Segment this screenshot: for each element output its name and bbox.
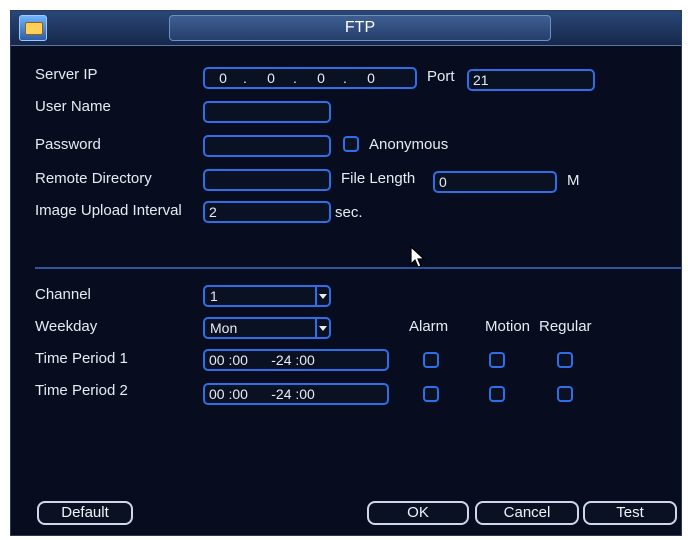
ok-button[interactable]: OK [367, 501, 469, 525]
weekday-value: Mon [210, 320, 238, 336]
ftp-app-icon [19, 15, 47, 41]
port-label: Port [427, 68, 455, 85]
weekday-label: Weekday [35, 318, 98, 335]
username-input[interactable] [203, 101, 331, 123]
remote-directory-input[interactable] [203, 169, 331, 191]
upload-interval-unit: sec. [335, 204, 363, 221]
column-header-regular: Regular [539, 318, 592, 335]
title-bar: FTP [11, 11, 681, 46]
ftp-dialog: FTP Server IP 0 . 0 . 0 . 0 Port 21 User… [10, 10, 682, 536]
file-length-label: File Length [341, 170, 416, 187]
remote-directory-label: Remote Directory [35, 170, 152, 187]
server-ip-input[interactable]: 0 . 0 . 0 . 0 [203, 67, 417, 89]
time-period-1-label: Time Period 1 [35, 350, 128, 367]
column-header-motion: Motion [485, 318, 531, 335]
channel-value: 1 [210, 288, 218, 304]
ip-dot: . [243, 70, 247, 86]
chevron-down-icon[interactable] [315, 287, 329, 305]
file-length-input[interactable]: 0 [433, 171, 557, 193]
password-input[interactable] [203, 135, 331, 157]
upload-interval-label: Image Upload Interval [35, 202, 182, 219]
time-period-2-regular-checkbox[interactable] [557, 386, 573, 402]
anonymous-label: Anonymous [369, 136, 449, 153]
section-divider [35, 267, 681, 269]
cancel-button[interactable]: Cancel [475, 501, 579, 525]
time-period-2-motion-checkbox[interactable] [489, 386, 505, 402]
ip-octet-2: 0 [267, 70, 275, 86]
column-header-alarm: Alarm [409, 318, 449, 335]
time-period-2-input[interactable]: 00 :00 -24 :00 [203, 383, 389, 405]
channel-label: Channel [35, 286, 91, 303]
password-label: Password [35, 136, 101, 153]
time-period-1-regular-checkbox[interactable] [557, 352, 573, 368]
time-period-2-alarm-checkbox[interactable] [423, 386, 439, 402]
time-period-1-alarm-checkbox[interactable] [423, 352, 439, 368]
ip-dot: . [293, 70, 297, 86]
port-input[interactable]: 21 [467, 69, 595, 91]
title-tab: FTP [169, 15, 551, 41]
username-label: User Name [35, 98, 111, 115]
mouse-pointer-icon [410, 245, 426, 268]
file-length-unit: M [567, 172, 580, 189]
ip-octet-1: 0 [219, 70, 227, 86]
ip-dot: . [343, 70, 347, 86]
server-ip-label: Server IP [35, 66, 98, 83]
ip-octet-4: 0 [367, 70, 375, 86]
channel-dropdown[interactable]: 1 [203, 285, 331, 307]
weekday-dropdown[interactable]: Mon [203, 317, 331, 339]
chevron-down-icon[interactable] [315, 319, 329, 337]
window-title: FTP [344, 19, 376, 36]
default-button[interactable]: Default [37, 501, 133, 525]
time-period-2-label: Time Period 2 [35, 382, 128, 399]
upload-interval-input[interactable]: 2 [203, 201, 331, 223]
time-period-1-input[interactable]: 00 :00 -24 :00 [203, 349, 389, 371]
anonymous-checkbox[interactable] [343, 136, 359, 152]
time-period-1-motion-checkbox[interactable] [489, 352, 505, 368]
ip-octet-3: 0 [317, 70, 325, 86]
test-button[interactable]: Test [583, 501, 677, 525]
